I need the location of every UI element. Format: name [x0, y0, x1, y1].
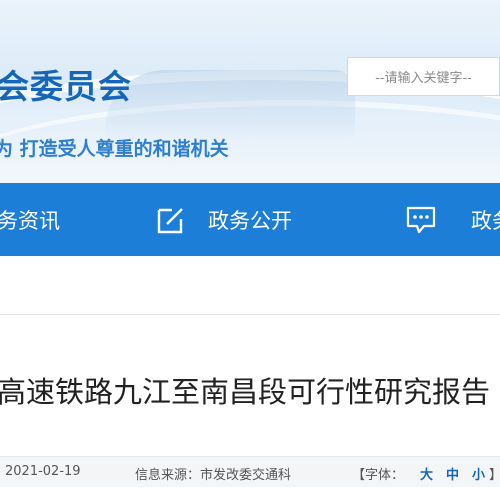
edit-square-icon — [156, 205, 186, 235]
nav-item-label: 政务公开 — [208, 208, 292, 233]
publish-date: 2021-02-19 — [5, 464, 81, 479]
site-title: 会委员会 — [0, 67, 132, 106]
chat-bubble-icon — [405, 205, 437, 235]
nav-item-label: 政务 — [471, 208, 500, 233]
site-slogan: 为 打造受人尊重的和谐机关 — [0, 138, 229, 160]
nav-item-news[interactable]: 务资讯 — [0, 183, 60, 256]
breadcrumb-area — [0, 256, 500, 315]
font-size-small-link[interactable]: 小 — [472, 464, 485, 483]
main-nav: 务资讯 政务公开 政务 — [0, 183, 500, 256]
search-input[interactable]: --请输入关键字-- — [347, 57, 500, 96]
article-meta-bar: 2021-02-19 信息来源： 市发改委交通科 【字体： 大 中 小 】 — [0, 456, 500, 487]
nav-item-government[interactable]: 政务 — [405, 183, 500, 256]
nav-item-government-affairs[interactable]: 政务公开 — [156, 183, 292, 256]
nav-item-label: 务资讯 — [0, 208, 60, 233]
site-header: 会委员会 为 打造受人尊重的和谐机关 --请输入关键字-- — [0, 0, 500, 183]
font-size-close-bracket: 】 — [489, 464, 500, 483]
font-size-large-link[interactable]: 大 — [420, 464, 433, 483]
source-value: 市发改委交通科 — [200, 468, 292, 483]
font-size-label: 【字体： — [352, 468, 405, 483]
article-title: 高速铁路九江至南昌段可行性研究报告 — [0, 375, 491, 409]
train-graphic — [105, 70, 355, 140]
font-size-medium-link[interactable]: 中 — [446, 464, 459, 483]
source-label: 信息来源： — [135, 468, 201, 483]
